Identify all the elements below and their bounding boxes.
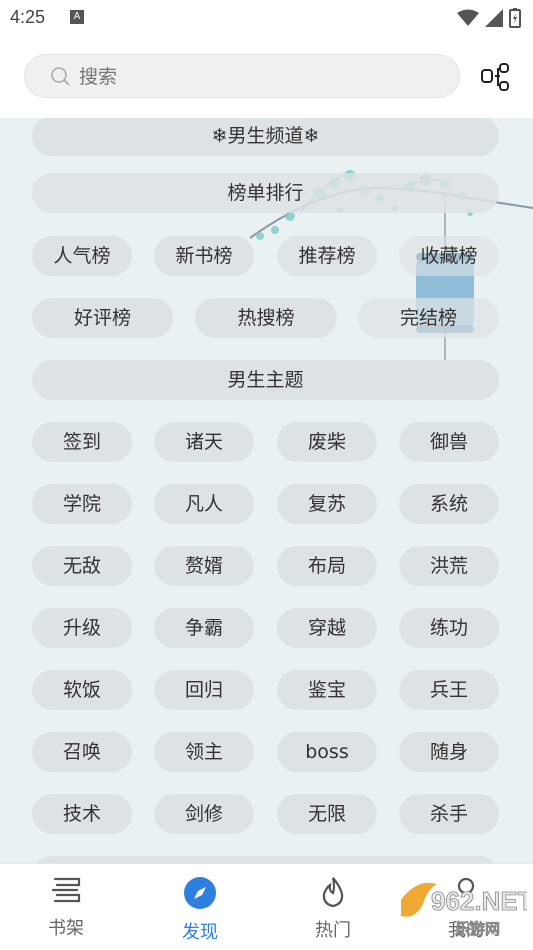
theme-tag[interactable]: 学院 bbox=[32, 484, 132, 524]
nav-hot-label: 热门 bbox=[315, 920, 351, 941]
theme-tag[interactable]: 洪荒 bbox=[399, 546, 499, 586]
theme-tag[interactable]: 凡人 bbox=[154, 484, 254, 524]
theme-tag[interactable]: 废柴 bbox=[277, 422, 377, 462]
search-icon bbox=[51, 67, 70, 86]
site-watermark-logo: 962.NET 乐游网 bbox=[401, 882, 527, 938]
theme-tag[interactable]: 无敌 bbox=[32, 546, 132, 586]
theme-tag[interactable]: 软饭 bbox=[32, 670, 132, 710]
wifi-icon bbox=[457, 9, 479, 26]
theme-tag[interactable]: boss bbox=[277, 732, 377, 772]
watermark-brand: 962.NET bbox=[431, 886, 527, 916]
discover-content[interactable]: ❄男生频道❄ 榜单排行 人气榜 新书榜 推荐榜 收藏榜 好评榜 热搜榜 完结榜 … bbox=[0, 118, 533, 863]
watermark-sub: 乐游网 bbox=[455, 920, 500, 938]
header bbox=[0, 36, 533, 118]
compass-icon bbox=[184, 877, 216, 909]
rank-tag-rating[interactable]: 好评榜 bbox=[32, 298, 173, 338]
rank-tag-new[interactable]: 新书榜 bbox=[154, 236, 254, 276]
battery-icon bbox=[509, 8, 521, 28]
channel-header[interactable]: ❄男生频道❄ bbox=[32, 118, 499, 156]
search-input[interactable] bbox=[77, 65, 441, 89]
theme-tag[interactable]: 召唤 bbox=[32, 732, 132, 772]
theme-tag[interactable]: 升级 bbox=[32, 608, 132, 648]
rank-tag-popular[interactable]: 人气榜 bbox=[32, 236, 132, 276]
theme-tag[interactable]: 练功 bbox=[399, 608, 499, 648]
theme-tag[interactable]: 争霸 bbox=[154, 608, 254, 648]
theme-tag[interactable]: 技术 bbox=[32, 794, 132, 834]
nav-bookshelf-label: 书架 bbox=[48, 918, 84, 939]
rank-tag-favorite[interactable]: 收藏榜 bbox=[399, 236, 499, 276]
status-icons bbox=[457, 8, 521, 28]
theme-tag[interactable]: 系统 bbox=[399, 484, 499, 524]
theme-tag[interactable]: 领主 bbox=[154, 732, 254, 772]
rank-tag-hot-search[interactable]: 热搜榜 bbox=[195, 298, 337, 338]
theme-tag[interactable]: 杀手 bbox=[399, 794, 499, 834]
signal-icon bbox=[485, 9, 503, 27]
nav-discover[interactable]: 发现 bbox=[160, 876, 240, 944]
theme-tag[interactable]: 诸天 bbox=[154, 422, 254, 462]
theme-tag[interactable]: 复苏 bbox=[277, 484, 377, 524]
status-time: 4:25 bbox=[10, 7, 46, 27]
theme-tag[interactable]: 剑修 bbox=[154, 794, 254, 834]
theme-tag[interactable]: 无限 bbox=[277, 794, 377, 834]
theme-section-title: 男生主题 bbox=[32, 360, 499, 400]
rank-section-title: 榜单排行 bbox=[32, 173, 499, 213]
theme-tag[interactable]: 回归 bbox=[154, 670, 254, 710]
nav-bookshelf[interactable]: 书架 bbox=[26, 876, 106, 940]
nav-discover-label: 发现 bbox=[182, 922, 218, 943]
nav-hot[interactable]: 热门 bbox=[293, 876, 373, 942]
theme-tag[interactable]: 布局 bbox=[277, 546, 377, 586]
notification-a-icon: A bbox=[70, 10, 84, 24]
theme-tag[interactable]: 鉴宝 bbox=[277, 670, 377, 710]
scan-icon[interactable] bbox=[480, 62, 512, 94]
rank-tag-recommend[interactable]: 推荐榜 bbox=[277, 236, 377, 276]
bookshelf-icon bbox=[51, 877, 81, 903]
theme-tag[interactable]: 穿越 bbox=[277, 608, 377, 648]
theme-tag[interactable]: 兵王 bbox=[399, 670, 499, 710]
theme-tag[interactable]: 御兽 bbox=[399, 422, 499, 462]
theme-tag[interactable]: 随身 bbox=[399, 732, 499, 772]
search-bar[interactable] bbox=[24, 54, 460, 98]
fire-icon bbox=[322, 877, 344, 908]
rank-tag-completed[interactable]: 完结榜 bbox=[358, 298, 499, 338]
next-section-pill bbox=[32, 856, 499, 863]
status-bar: 4:25 A bbox=[0, 0, 533, 36]
theme-tag[interactable]: 赘婿 bbox=[154, 546, 254, 586]
theme-tag[interactable]: 签到 bbox=[32, 422, 132, 462]
